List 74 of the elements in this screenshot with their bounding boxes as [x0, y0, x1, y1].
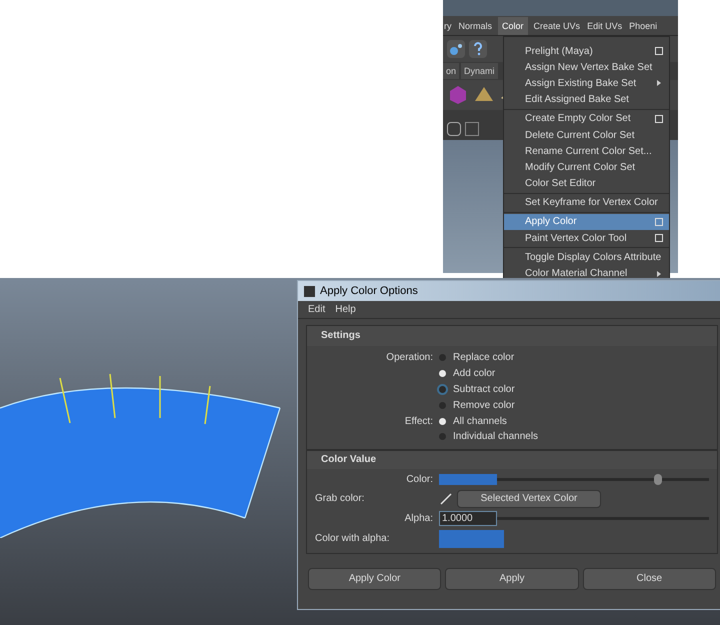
menu-item[interactable]: Phoeni — [628, 16, 658, 34]
menu-item[interactable]: Paint Vertex Color Tool — [504, 230, 669, 246]
radio-button[interactable] — [439, 370, 446, 378]
radio-button[interactable] — [439, 354, 446, 362]
menu-item[interactable]: Delete Current Color Set — [504, 126, 669, 144]
window-title: Apply Color Options — [320, 284, 418, 299]
menu-item-label: Toggle Display Colors Attribute — [525, 250, 662, 265]
section-header: Color Value — [307, 450, 717, 469]
menu-item-label: Delete Current Color Set — [525, 128, 636, 143]
menu-item-label: Paint Vertex Color Tool — [525, 232, 628, 246]
menu-item-label: Modify Current Color Set — [525, 160, 636, 175]
grab-color-button[interactable]: Selected Vertex Color — [457, 490, 601, 508]
slider-thumb[interactable] — [654, 474, 662, 486]
option-box-icon[interactable] — [655, 47, 663, 56]
menu-item[interactable]: Edit Assigned Bake Set — [504, 92, 669, 108]
menu-item-label: Rename Current Color Set... — [525, 144, 653, 159]
menu-item[interactable]: Prelight (Maya) — [504, 43, 669, 60]
menu-item[interactable]: Create UVs — [532, 16, 582, 34]
menu-item-label: Create Empty Color Set — [525, 112, 632, 126]
menu-item-label: Set Keyframe for Vertex Color — [525, 196, 659, 210]
radio-label: Replace color — [453, 351, 514, 366]
help-icon[interactable] — [469, 40, 487, 58]
menu-item-label: Prelight (Maya) — [525, 44, 594, 59]
field-label: Grab color: — [314, 492, 366, 506]
section-header: Settings — [307, 326, 717, 346]
menu-item-label: Apply Color — [525, 215, 578, 230]
radio-button[interactable] — [439, 386, 446, 393]
menu-item-label: Assign New Vertex Bake Set — [525, 60, 654, 75]
dialog-button[interactable]: Apply — [445, 568, 579, 590]
particles-icon[interactable] — [447, 40, 465, 58]
menu-item[interactable]: Normals — [458, 16, 494, 34]
menu-item[interactable]: Help — [335, 302, 356, 317]
field-label: Operation: — [385, 351, 434, 366]
alpha-field[interactable]: 1.0000 — [439, 511, 497, 526]
eyedropper-icon[interactable] — [439, 492, 453, 506]
radio-label: Remove color — [453, 398, 515, 413]
option-box-icon[interactable] — [655, 234, 663, 242]
menu-item-label: Color Set Editor — [525, 177, 597, 192]
radio-button[interactable] — [439, 418, 446, 425]
menu-item[interactable]: Apply Color — [504, 214, 669, 230]
menu-item[interactable]: Modify Current Color Set — [504, 159, 669, 176]
radio-button[interactable] — [439, 433, 446, 440]
radio-label: Add color — [453, 367, 496, 382]
menu-item[interactable]: Assign Existing Bake Set — [504, 75, 669, 92]
radio-label: Subtract color — [453, 382, 515, 397]
menu-item-label: Assign Existing Bake Set — [525, 76, 638, 91]
dialog-button[interactable]: Apply Color — [308, 568, 442, 590]
radio-button[interactable] — [439, 402, 446, 409]
dialog-button[interactable]: Close — [582, 568, 716, 590]
menu-item[interactable]: Edit UVs — [586, 16, 624, 34]
menu-item[interactable]: Create Empty Color Set — [504, 110, 669, 127]
menu-item[interactable]: Color — [498, 16, 528, 34]
menu-item[interactable]: Toggle Display Colors Attribute — [504, 249, 669, 266]
field-label: Color with alpha: — [314, 532, 390, 546]
field-label: Effect: — [404, 414, 434, 429]
menu-item[interactable]: Set Keyframe for Vertex Color — [504, 194, 669, 211]
field-label: Alpha: — [404, 512, 434, 526]
panel-icon[interactable] — [465, 122, 479, 136]
menu-item[interactable]: Edit — [308, 302, 326, 317]
menu-item-label: Color Material Channel — [525, 267, 628, 282]
app-icon — [304, 286, 315, 296]
menu-item[interactable]: ry — [443, 16, 452, 34]
submenu-arrow-icon — [657, 80, 661, 86]
color-swatch[interactable] — [439, 474, 497, 486]
radio-label: Individual channels — [453, 430, 538, 444]
shelf-tab[interactable]: on — [443, 63, 460, 79]
shelf-tab[interactable]: Dynami — [461, 63, 498, 79]
option-box-icon[interactable] — [655, 114, 663, 123]
menu-item[interactable]: Rename Current Color Set... — [504, 143, 669, 160]
menu-item[interactable]: Color Set Editor — [504, 176, 669, 192]
menu-item-label: Edit Assigned Bake Set — [525, 93, 630, 108]
field-label: Color: — [405, 473, 434, 488]
menu-item[interactable]: Assign New Vertex Bake Set — [504, 59, 669, 76]
radio-label: All channels — [453, 414, 507, 429]
